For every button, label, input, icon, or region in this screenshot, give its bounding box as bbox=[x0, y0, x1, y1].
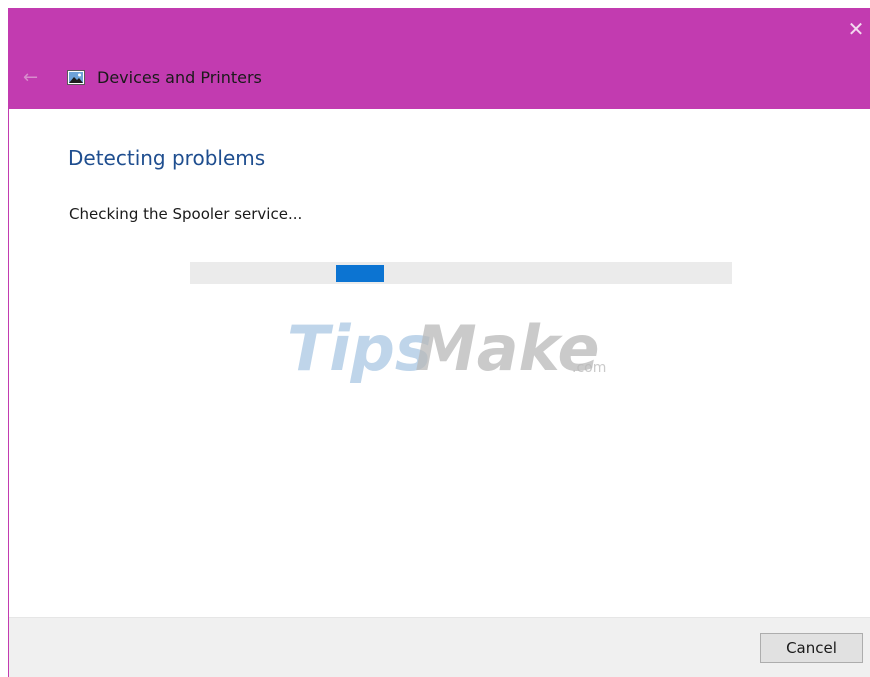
devices-printers-icon bbox=[67, 70, 85, 85]
watermark-part1: Tips bbox=[287, 312, 432, 383]
watermark-suffix: .com bbox=[572, 360, 606, 376]
footer: Cancel bbox=[9, 617, 870, 677]
page: ✕ ← Devices and Printers Detecting probl… bbox=[0, 0, 870, 677]
progress-bar bbox=[190, 262, 732, 284]
title-bar: ✕ ← Devices and Printers bbox=[9, 8, 870, 109]
close-button[interactable]: ✕ bbox=[841, 14, 870, 44]
close-icon: ✕ bbox=[847, 17, 865, 41]
cancel-button[interactable]: Cancel bbox=[760, 633, 863, 663]
window-title: Devices and Printers bbox=[97, 68, 262, 87]
watermark-logo: Tips Make .com bbox=[287, 312, 606, 383]
progress-indicator bbox=[336, 265, 384, 282]
page-heading: Detecting problems bbox=[68, 146, 266, 170]
back-button[interactable]: ← bbox=[23, 68, 45, 88]
back-arrow-icon: ← bbox=[23, 67, 39, 88]
troubleshooter-window: ✕ ← Devices and Printers Detecting probl… bbox=[8, 8, 870, 677]
status-text: Checking the Spooler service... bbox=[69, 205, 303, 223]
